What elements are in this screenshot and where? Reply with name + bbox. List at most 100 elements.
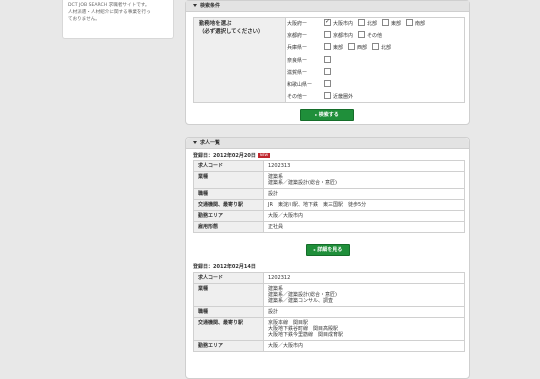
job-field-value: 京阪本線 関目駅 大阪地下鉄谷町線 関目高殿駅 大阪地下鉄今里筋線 関目成育駅 [268,320,344,338]
job-table-row: 勤務エリア 大阪／大阪市内 [194,211,464,222]
job-field-label: 職種 [194,307,264,317]
sidebar-notice-line: ておりません。 [68,17,100,22]
job-field-label: 勤務エリア [194,341,264,351]
area-checkbox[interactable] [358,19,366,26]
sidebar-notice-box: DCT JOB SEARCH 求職者サイトです。 人材派遣・人材紹介に関する事業… [62,0,174,39]
job-2-date-label: 登録日：2012年02月14日 [193,264,256,270]
job-field-label: 勤務エリア [194,211,264,221]
job-field-value: 設計 [268,309,279,315]
area-option[interactable]: 東部 [323,43,343,53]
location-condition-label: 勤務地を選ぶ （必ず選択してください） [194,18,286,102]
area-checkbox[interactable] [324,56,331,63]
job-field-label: 職種 [194,189,264,199]
area-option[interactable] [323,80,333,90]
job-table-row: 交通機関、最寄り駅 京阪本線 関目駅 大阪地下鉄谷町線 関目高殿駅 大阪地下鉄今里… [194,318,464,341]
condition-label-line: 勤務地を選ぶ [199,21,232,27]
job-1-date-label: 登録日：2012年02月20日 [193,153,256,159]
prefecture-name: 滋賀県ー [287,70,308,76]
job-table-row: 雇用形態 正社員 [194,222,464,233]
job-list-header: 求人一覧 [186,138,469,149]
prefecture-name: 大阪府ー [287,21,308,27]
sidebar-notice-line: DCT JOB SEARCH 求職者サイトです。 [68,3,150,8]
job-field-value: 正社員 [268,224,284,230]
area-option-label: 北部 [381,45,392,51]
prefecture-name: その他ー [287,94,308,100]
job-field-value: 1202313 [268,163,291,169]
area-checkbox[interactable] [358,31,366,38]
area-option[interactable]: 京都市内 [323,31,353,41]
job-field-label: 業種 [194,284,264,306]
area-option[interactable]: 北部 [371,43,391,53]
search-button[interactable]: 検索する [300,109,354,121]
prefecture-row: 兵庫県ー 東部 西部 北部 [287,43,457,53]
job-1-detail-button[interactable]: 詳細を見る [306,244,350,256]
job-2-date: 登録日：2012年02月14日 [193,263,256,271]
area-checkbox[interactable] [348,43,356,50]
area-option[interactable] [323,56,333,66]
area-option[interactable]: 南部 [405,19,425,29]
area-option-label: 南部 [415,21,426,27]
area-option-label: 大阪市内 [333,21,354,27]
area-checkbox[interactable] [324,92,331,99]
area-checkbox[interactable] [372,43,380,50]
job-field-label: 雇用形態 [194,222,264,232]
area-option-label: その他 [367,33,383,39]
job-field-label: 業種 [194,172,264,188]
job-table-row: 求人コード 1202313 [194,161,464,172]
new-badge: NEW [257,153,271,158]
job-field-label: 交通機関、最寄り駅 [194,318,264,340]
job-field-value: 1202312 [268,275,291,281]
area-checkbox[interactable] [382,19,390,26]
job-field-value: JR 東淀川駅、地下鉄 東三国駅 徒歩5分 [268,202,367,208]
search-conditions-header: 検索条件 [186,1,469,12]
job-table-row: 求人コード 1202312 [194,273,464,284]
area-option[interactable]: 大阪市内 [323,17,354,29]
area-checkbox[interactable] [324,80,331,87]
area-option-label: 西部 [357,45,368,51]
area-checkbox[interactable] [406,19,414,26]
area-option[interactable]: 西部 [347,43,367,53]
area-option[interactable]: 北部 [357,19,377,29]
area-option-label: 東部 [391,21,402,27]
prefecture-name: 和歌山県ー [287,82,313,88]
area-option-label: 京都市内 [333,33,354,39]
job-table-row: 業種 建築系 建築系／建築設計(総合・意匠) [194,172,464,189]
job-table-row: 業種 建築系 建築系／建築設計(総合・意匠) 建築系／建築コンサル、調査 [194,284,464,307]
search-conditions-panel: 検索条件 勤務地を選ぶ （必ず選択してください） 大阪府ー大阪市内北部東部南部京… [185,0,470,125]
job-field-value: 設計 [268,191,279,197]
job-field-label: 求人コード [194,161,264,171]
prefecture-row: 和歌山県ー [287,80,457,90]
area-checkbox[interactable] [324,17,331,27]
prefecture-name: 京都府ー [287,33,308,39]
prefecture-row: 大阪府ー 大阪市内 北部 東部 南部 [287,17,457,29]
job-field-label: 求人コード [194,273,264,283]
job-2-table: 求人コード 1202312 業種 建築系 建築系／建築設計(総合・意匠) 建築系／建築… [193,272,465,352]
area-option[interactable]: 東部 [381,19,401,29]
job-table-row: 職種 設計 [194,189,464,200]
area-option-label: 東部 [333,45,344,51]
sidebar-notice-text: DCT JOB SEARCH 求職者サイトです。 人材派遣・人材紹介に関する事業… [63,0,173,25]
prefecture-name: 兵庫県ー [287,45,308,51]
job-list-panel: 求人一覧 登録日：2012年02月20日 NEW 求人コード 1202313 業種 建築… [185,137,470,379]
prefecture-row: 京都府ー 京都市内 その他 [287,31,457,41]
job-field-label: 交通機関、最寄り駅 [194,200,264,210]
prefecture-row: 滋賀県ー [287,68,457,78]
job-field-value: 大阪／大阪市内 [268,343,304,349]
area-option[interactable]: その他 [357,31,382,41]
prefecture-name: 奈良県ー [287,58,308,64]
prefecture-row: 奈良県ー [287,56,457,66]
area-checkbox[interactable] [324,68,331,75]
job-table-row: 勤務エリア 大阪／大阪市内 [194,341,464,352]
job-1-date: 登録日：2012年02月20日 NEW [193,152,271,160]
area-option[interactable] [323,68,333,78]
job-field-value: 建築系 建築系／建築設計(総合・意匠) 建築系／建築コンサル、調査 [268,286,337,304]
area-option-label: 北部 [367,21,378,27]
job-1-table: 求人コード 1202313 業種 建築系 建築系／建築設計(総合・意匠) 職種 設計 交通機… [193,160,465,233]
job-table-row: 職種 設計 [194,307,464,318]
job-field-value: 建築系 建築系／建築設計(総合・意匠) [268,174,337,186]
condition-label-line: （必ず選択してください） [199,29,264,35]
area-checkbox[interactable] [324,43,331,50]
prefecture-row: その他ー 近畿圏外 [287,92,457,102]
area-option[interactable]: 近畿圏外 [323,92,353,102]
area-checkbox[interactable] [324,31,331,38]
